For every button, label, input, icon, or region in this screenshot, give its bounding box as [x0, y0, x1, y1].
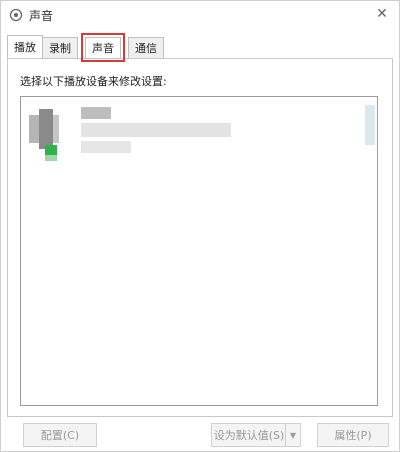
default-device-check-shadow [45, 155, 57, 161]
button-row: 配置(C) 设为默认值(S) ▼ 属性(P) [1, 423, 399, 447]
device-name-blurred [81, 107, 111, 119]
configure-button[interactable]: 配置(C) [23, 423, 97, 447]
device-status-blurred [81, 141, 131, 153]
set-default-dropdown-button[interactable]: ▼ [285, 423, 301, 447]
device-list[interactable] [20, 96, 378, 406]
tab-recording[interactable]: 录制 [42, 37, 78, 58]
tab-communications[interactable]: 通信 [128, 37, 164, 58]
tab-label: 录制 [49, 42, 71, 55]
device-desc-blurred [81, 123, 231, 137]
scrollbar-blurred[interactable] [365, 105, 375, 145]
close-button[interactable]: ✕ [371, 3, 393, 25]
title-bar: 声音 ✕ [1, 1, 399, 29]
tab-sounds[interactable]: 声音 [81, 33, 125, 62]
sound-dialog: 声音 ✕ 播放 录制 声音 通信 选择以下播放设备来修改设置: 配置(C) 设为… [0, 0, 400, 452]
window-title: 声音 [29, 9, 54, 23]
instruction-text: 选择以下播放设备来修改设置: [20, 75, 167, 88]
close-icon: ✕ [376, 6, 388, 22]
properties-button[interactable]: 属性(P) [317, 423, 389, 447]
chevron-down-icon: ▼ [289, 430, 297, 440]
tab-strip: 播放 录制 声音 通信 [7, 33, 164, 62]
tab-label: 播放 [14, 41, 36, 54]
speaker-icon [9, 8, 23, 22]
tab-playback[interactable]: 播放 [7, 35, 43, 58]
list-item[interactable] [21, 101, 377, 167]
speaker-device-icon [29, 109, 59, 149]
tab-label: 声音 [92, 42, 114, 55]
tab-label: 通信 [135, 42, 157, 55]
default-device-check-icon [45, 145, 57, 155]
set-default-button[interactable]: 设为默认值(S) [211, 423, 287, 447]
playback-panel: 选择以下播放设备来修改设置: [7, 58, 393, 417]
